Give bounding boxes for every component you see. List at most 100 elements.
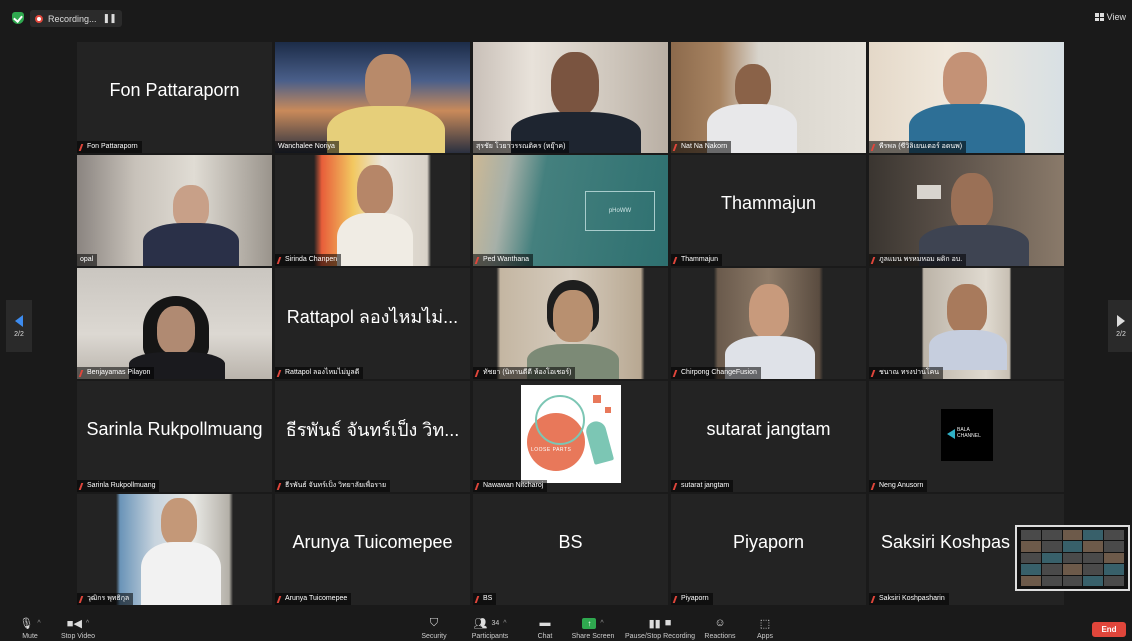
security-shield-icon[interactable] — [12, 12, 24, 24]
participant-name-label: Saksiri Koshpasharin — [869, 593, 949, 605]
participant-name-label: Arunya Tuicomepee — [275, 593, 352, 605]
mic-muted-icon — [672, 595, 680, 603]
grid-view-icon — [1094, 13, 1104, 21]
participant-video — [77, 494, 272, 605]
apps-icon: ⬚ — [759, 617, 771, 630]
participant-display-name: Fon Pattaraporn — [109, 80, 240, 100]
apps-button[interactable]: ⬚ Apps — [737, 616, 793, 641]
participant-tile[interactable]: Sarinla Rukpollmuang Sarinla Rukpollmuan… — [77, 381, 272, 492]
mic-muted-icon — [276, 482, 284, 490]
participant-tile[interactable]: Wanchalee Noriya — [275, 42, 470, 153]
participant-tile[interactable]: Sirinda Chanpen — [275, 155, 470, 266]
participant-tile[interactable]: ทัชยา (นิทานตีตี ห้องโอเชอร์) — [473, 268, 668, 379]
mic-muted-icon — [474, 482, 482, 490]
chevron-up-icon[interactable]: ^ — [600, 620, 603, 627]
participant-tile[interactable]: BS BS — [473, 494, 668, 605]
pause-stop-recording-button[interactable]: ▮▮ ■ Pause/Stop Recording — [625, 616, 695, 640]
top-bar: Recording... ❚❚ View — [0, 0, 1132, 36]
pause-recording-icon[interactable]: ❚❚ — [103, 13, 117, 24]
mic-muted-icon — [870, 482, 878, 490]
participants-count: 34 — [491, 619, 500, 627]
participant-name-label: Piyaporn — [671, 593, 713, 605]
next-page-button[interactable]: 2/2 — [1108, 300, 1132, 352]
page-indicator: 2/2 — [14, 330, 24, 338]
participants-button[interactable]: 👥︎ 34 ^ Participants — [462, 616, 518, 641]
participant-name-label: Benjayamas Pilayon — [77, 367, 155, 379]
participant-name-label: สุรชัย โวยาวรรณติคร (หยุ๊าค) — [473, 141, 570, 153]
participant-profile-picture: LOOSE PARTS — [473, 381, 668, 492]
participant-tile[interactable]: Arunya Tuicomepee Arunya Tuicomepee — [275, 494, 470, 605]
mic-muted-icon — [78, 369, 86, 377]
smiley-icon: ☺ — [714, 617, 726, 629]
participant-name-label: ทัชยา (นิทานตีตี ห้องโอเชอร์) — [473, 367, 576, 379]
stop-video-button[interactable]: ■◀ ^ Stop Video — [50, 616, 106, 641]
participant-tile[interactable]: ชนาณ ทรงปานโคน — [869, 268, 1064, 379]
participant-name-label: Neng Anusorn — [869, 480, 928, 492]
participant-tile[interactable]: ธีรพันธ์ จันทร์เป็ง วิท... ธีรพันธ์ จันท… — [275, 381, 470, 492]
participant-tile[interactable]: Nat Na Nakorn — [671, 42, 866, 153]
view-button[interactable]: View — [1094, 12, 1126, 22]
mic-muted-icon — [672, 369, 680, 377]
participant-tile[interactable]: วุฒิกร พุทธิกุล — [77, 494, 272, 605]
participant-tile[interactable]: sutarat jangtam sutarat jangtam — [671, 381, 866, 492]
participant-tile[interactable]: ภูลแมน พรหมหอม ผดิก อบ. — [869, 155, 1064, 266]
participant-video — [473, 42, 668, 153]
chevron-up-icon[interactable]: ^ — [86, 620, 89, 627]
participant-video: pHoWW — [473, 155, 668, 266]
participant-tile[interactable]: Thammajun Thammajun — [671, 155, 866, 266]
participant-video — [869, 268, 1064, 379]
participant-tile[interactable]: Chirpong ChangeFusion — [671, 268, 866, 379]
participant-tile[interactable]: Rattapol ลองไหมไม่... Rattapol ลองไหมไม่… — [275, 268, 470, 379]
mic-muted-icon — [276, 595, 284, 603]
chevron-left-icon — [15, 314, 23, 327]
recording-dot-icon — [35, 14, 43, 23]
participant-tile[interactable]: pHoWW Ped Wanthana — [473, 155, 668, 266]
participant-tile[interactable]: Piyaporn Piyaporn — [671, 494, 866, 605]
share-screen-button[interactable]: ↑ ^ Share Screen — [565, 616, 621, 640]
mic-muted-icon — [870, 595, 878, 603]
participant-name-label: opal — [77, 254, 98, 266]
participant-name-label: Fon Pattaraporn — [77, 141, 142, 153]
share-screen-icon: ↑ — [582, 617, 597, 629]
security-button[interactable]: ⛉ Security — [406, 616, 462, 641]
recording-label: Recording... — [48, 13, 97, 24]
mic-muted-icon — [672, 256, 680, 264]
participant-video — [473, 268, 668, 379]
participant-video — [671, 268, 866, 379]
mic-muted-icon — [78, 595, 86, 603]
chevron-right-icon — [1117, 314, 1125, 327]
participant-name-label: Nawawan Nitcharoj — [473, 480, 548, 492]
participant-name-label: วุฒิกร พุทธิกุล — [77, 593, 134, 605]
participant-video — [77, 155, 272, 266]
participants-icon: 👥︎ — [473, 617, 488, 630]
gallery-minimap-thumbnail[interactable] — [1015, 525, 1130, 591]
participant-name-label: sutarat jangtam — [671, 480, 734, 492]
participant-name-label: BS — [473, 593, 497, 605]
participant-name-label: Sarinla Rukpollmuang — [77, 480, 160, 492]
participant-tile-active-speaker[interactable]: สุรชัย โวยาวรรณติคร (หยุ๊าค) — [473, 42, 668, 153]
participant-tile[interactable]: พีรพล (ซีวิลิเยนเตอร์ อดนพ) — [869, 42, 1064, 153]
participant-display-name: Sarinla Rukpollmuang — [86, 419, 263, 439]
mic-muted-icon — [474, 256, 482, 264]
previous-page-button[interactable]: 2/2 — [6, 300, 32, 352]
participant-display-name: Rattapol ลองไหมไม่... — [286, 307, 459, 327]
participant-name-label: ธีรพันธ์ จันทร์เป็ง วิทยาลัยเพื่อราย — [275, 480, 391, 492]
chevron-up-icon[interactable]: ^ — [37, 620, 40, 627]
participant-tile[interactable]: LOOSE PARTS Nawawan Nitcharoj — [473, 381, 668, 492]
participant-tile[interactable]: Fon Pattaraporn Fon Pattaraporn — [77, 42, 272, 153]
participant-tile[interactable]: Benjayamas Pilayon — [77, 268, 272, 379]
page-indicator: 2/2 — [1116, 330, 1126, 338]
participant-name-label: Sirinda Chanpen — [275, 254, 342, 266]
participant-tile[interactable]: BALA CHANNEL Neng Anusorn — [869, 381, 1064, 492]
participant-video — [77, 268, 272, 379]
participant-name-label: Nat Na Nakorn — [671, 141, 732, 153]
bala-channel-logo: BALA CHANNEL — [941, 409, 993, 461]
participant-tile[interactable]: opal — [77, 155, 272, 266]
participant-video — [671, 42, 866, 153]
chat-bubble-icon: ▬ — [539, 617, 551, 629]
end-meeting-button[interactable]: End — [1092, 622, 1126, 637]
loose-parts-logo: LOOSE PARTS — [521, 385, 621, 483]
chevron-up-icon[interactable]: ^ — [503, 620, 506, 627]
microphone-icon: 🎙︎ — [19, 617, 34, 630]
view-label: View — [1106, 12, 1126, 22]
